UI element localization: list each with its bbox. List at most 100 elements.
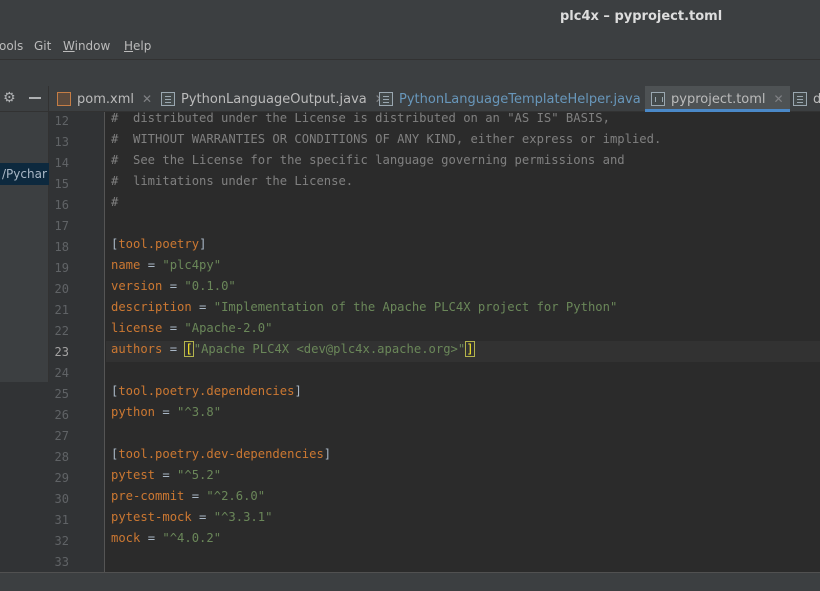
code-line[interactable]: python = "^3.8"	[111, 405, 221, 426]
code-token: pytest-mock	[111, 510, 192, 524]
line-number: 16	[54, 198, 69, 212]
gear-icon[interactable]: ⚙	[3, 90, 16, 106]
code-token: # limitations under the License.	[111, 174, 354, 188]
line-number: 23	[54, 345, 69, 359]
code-token: ]	[323, 447, 332, 461]
code-token: version	[111, 279, 163, 293]
line-number: 27	[54, 429, 69, 443]
code-line[interactable]: license = "Apache-2.0"	[111, 321, 272, 342]
line-number: 13	[54, 135, 69, 149]
code-token: "0.1.0"	[184, 279, 236, 293]
code-line[interactable]: pytest-mock = "^3.3.1"	[111, 510, 272, 531]
code-token: ]	[294, 384, 302, 398]
project-path-label: /Pychar	[2, 167, 47, 181]
line-number: 12	[54, 114, 69, 128]
line-number: 30	[54, 492, 69, 506]
minimize-icon[interactable]	[29, 97, 41, 99]
line-number: 15	[54, 177, 69, 191]
menu-window[interactable]: Window	[63, 39, 110, 53]
code-line[interactable]: name = "plc4py"	[111, 258, 221, 279]
code-token: =	[162, 342, 185, 356]
code-token: =	[162, 279, 185, 293]
code-token: "^4.0.2"	[162, 531, 222, 545]
code-token: =	[162, 321, 185, 335]
line-number: 32	[54, 534, 69, 548]
code-token: tool.poetry	[118, 237, 200, 251]
code-line[interactable]: authors = ["Apache PLC4X <dev@plc4x.apac…	[111, 341, 475, 363]
code-token: "^2.6.0"	[206, 489, 266, 503]
tab-label: da	[813, 91, 820, 107]
code-token: tool.poetry.dev-dependencies	[118, 447, 324, 461]
code-token: "Apache PLC4X <dev@plc4x.apache.org>"	[193, 342, 466, 356]
code-token: authors	[111, 342, 163, 356]
line-number: 22	[54, 324, 69, 338]
code-token: name	[111, 258, 141, 272]
code-line[interactable]: # WITHOUT WARRANTIES OR CONDITIONS OF AN…	[111, 132, 661, 153]
code-line[interactable]: # distributed under the License is distr…	[111, 112, 610, 132]
tab-pom-xml[interactable]: pom.xml ✕	[57, 86, 152, 112]
tab-label: pom.xml	[77, 91, 134, 107]
project-tree-row-selected[interactable]: /Pychar	[0, 163, 49, 185]
code-token: =	[184, 489, 207, 503]
project-panel-toolbar: ⚙	[0, 86, 49, 112]
toml-file-icon	[651, 92, 665, 106]
code-token: tool.poetry.dependencies	[118, 384, 295, 398]
code-line[interactable]: #	[111, 195, 118, 216]
menu-help-label: Help	[124, 39, 152, 53]
line-number: 18	[54, 240, 69, 254]
line-number-gutter: 12 13 14 15 16 17 18 19 20 21 22 23 24 25 26 27 28 29 30 31…	[49, 112, 105, 572]
code-line[interactable]: # limitations under the License.	[111, 174, 353, 195]
code-line[interactable]: pre-commit = "^2.6.0"	[111, 489, 265, 510]
status-bar	[0, 572, 820, 591]
code-line[interactable]: # See the License for the specific langu…	[111, 153, 625, 174]
code-token: ]	[465, 341, 475, 357]
line-number: 26	[54, 408, 69, 422]
menu-window-label: Window	[63, 39, 111, 53]
menu-help[interactable]: Help	[124, 39, 151, 53]
project-panel: ⚙ /Pychar	[0, 86, 49, 572]
code-line[interactable]: [tool.poetry]	[111, 237, 206, 258]
line-number: 21	[54, 303, 69, 317]
line-number: 14	[54, 156, 69, 170]
code-editor[interactable]: 12 13 14 15 16 17 18 19 20 21 22 23 24 25 26 27 28 29 30 31…	[49, 112, 820, 572]
tab-pyproject-toml[interactable]: pyproject.toml ✕	[645, 86, 790, 112]
tab-label: PythonLanguageTemplateHelper.java	[399, 91, 641, 107]
code-token: mock	[111, 531, 141, 545]
code-token: python	[111, 405, 156, 419]
menu-tools[interactable]: ools	[0, 39, 23, 53]
code-line[interactable]: [tool.poetry.dev-dependencies]	[111, 447, 331, 468]
code-line[interactable]: mock = "^4.0.2"	[111, 531, 221, 552]
java-file-icon	[379, 92, 393, 106]
menu-git[interactable]: Git	[34, 39, 51, 53]
code-token: description	[111, 300, 192, 314]
editor-tab-bar: pom.xml ✕ PythonLanguageOutput.java ✕ Py…	[49, 86, 820, 112]
line-number: 19	[54, 261, 69, 275]
code-line[interactable]: version = "0.1.0"	[111, 279, 236, 300]
code-token: #	[111, 195, 119, 209]
code-token: pre-commit	[111, 489, 185, 503]
line-number: 29	[54, 471, 69, 485]
tab-python-language-template-helper[interactable]: PythonLanguageTemplateHelper.java ✕	[379, 86, 659, 112]
code-token: =	[191, 510, 214, 524]
code-line[interactable]: description = "Implementation of the Apa…	[111, 300, 617, 321]
code-token: =	[155, 405, 178, 419]
close-icon[interactable]: ✕	[142, 92, 152, 106]
code-token: ]	[199, 237, 207, 251]
code-token: "^3.8"	[177, 405, 222, 419]
code-token: # distributed under the License is distr…	[111, 112, 610, 125]
code-line[interactable]: [tool.poetry.dependencies]	[111, 384, 302, 405]
code-token: # See the License for the specific langu…	[111, 153, 625, 167]
code-token: "^3.3.1"	[213, 510, 273, 524]
code-token: =	[191, 300, 214, 314]
code-token: pytest	[111, 468, 156, 482]
project-panel-lower	[0, 382, 49, 572]
code-line[interactable]: pytest = "^5.2"	[111, 468, 221, 489]
close-icon[interactable]: ✕	[774, 92, 784, 106]
code-token: # WITHOUT WARRANTIES OR CONDITIONS OF AN…	[111, 132, 662, 146]
tab-python-language-output[interactable]: PythonLanguageOutput.java ✕	[161, 86, 385, 112]
line-number: 33	[54, 555, 69, 569]
line-number: 20	[54, 282, 69, 296]
tab-partial[interactable]: da	[793, 86, 820, 112]
tab-label: pyproject.toml	[671, 91, 766, 107]
window-title: plc4x – pyproject.toml	[560, 9, 723, 24]
